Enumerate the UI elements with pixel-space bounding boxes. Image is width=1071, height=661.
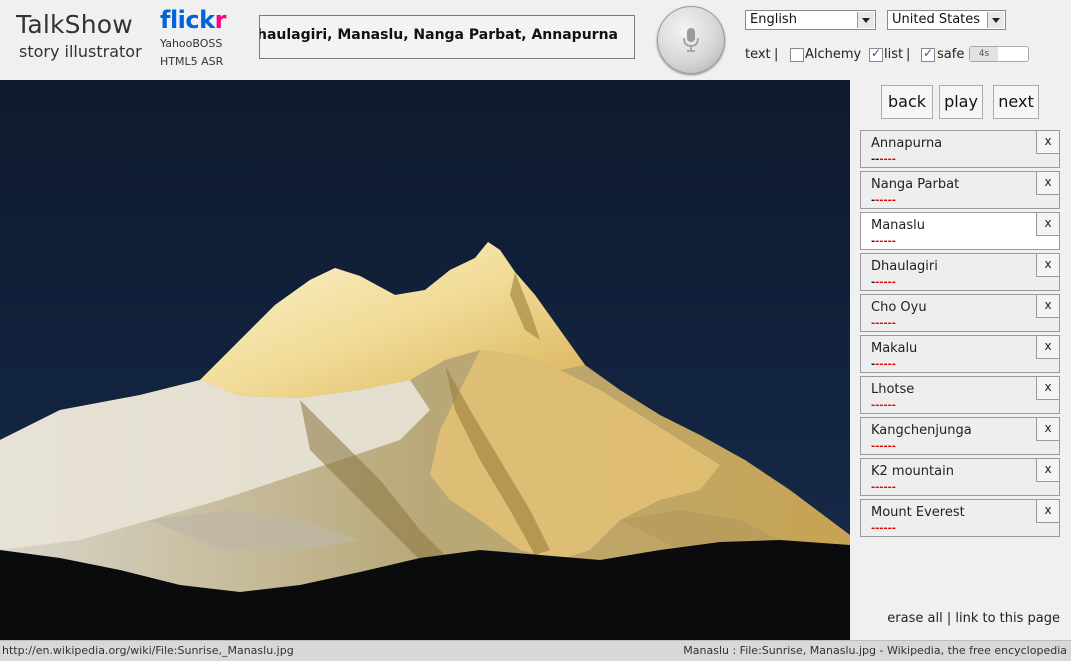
history-item-label: Cho Oyu bbox=[871, 300, 927, 315]
transcript-box[interactable]: Oyu, Dhaulagiri, Manaslu, Nanga Parbat, … bbox=[259, 15, 635, 59]
footer-links: erase all | link to this page bbox=[887, 611, 1060, 626]
remove-item-button[interactable]: x bbox=[1036, 295, 1059, 318]
remove-item-button[interactable]: x bbox=[1036, 377, 1059, 400]
speed-slider[interactable]: 4s bbox=[969, 46, 1029, 62]
provider-yahooboss: YahooBOSS bbox=[160, 37, 223, 50]
safe-label: safe bbox=[937, 47, 965, 62]
history-item-label: Nanga Parbat bbox=[871, 177, 960, 192]
remove-item-button[interactable]: x bbox=[1036, 131, 1059, 154]
microphone-icon bbox=[683, 28, 699, 52]
country-select-value: United States bbox=[892, 12, 981, 27]
history-item-rating: ------ bbox=[871, 318, 896, 329]
history-item-label: Kangchenjunga bbox=[871, 423, 972, 438]
rating-dash-red: ----- bbox=[875, 359, 896, 370]
history-item[interactable]: Kangchenjunga ------ x bbox=[860, 417, 1060, 455]
history-item-rating: ------ bbox=[871, 277, 896, 288]
text-option[interactable]: text bbox=[745, 47, 771, 62]
history-item-label: K2 mountain bbox=[871, 464, 954, 479]
history-item[interactable]: Annapurna ------ x bbox=[860, 130, 1060, 168]
history-item-rating: ------ bbox=[871, 359, 896, 370]
history-item[interactable]: Makalu ------ x bbox=[860, 335, 1060, 373]
erase-all-link[interactable]: erase all bbox=[887, 611, 942, 626]
history-item[interactable]: Cho Oyu ------ x bbox=[860, 294, 1060, 332]
history-item-rating: ------ bbox=[871, 400, 896, 411]
safe-checkbox[interactable] bbox=[921, 46, 935, 62]
rating-dash-red: ----- bbox=[875, 277, 896, 288]
history-item[interactable]: Nanga Parbat ------ x bbox=[860, 171, 1060, 209]
status-bar: http://en.wikipedia.org/wiki/File:Sunris… bbox=[0, 640, 1071, 661]
history-item-label: Dhaulagiri bbox=[871, 259, 938, 274]
history-item-rating: ------ bbox=[871, 482, 896, 493]
header: TalkShow story illustrator flickr YahooB… bbox=[0, 0, 1071, 80]
country-select[interactable]: United States bbox=[887, 10, 1006, 30]
remove-item-button[interactable]: x bbox=[1036, 459, 1059, 482]
remove-item-button[interactable]: x bbox=[1036, 336, 1059, 359]
app-subtitle: story illustrator bbox=[19, 42, 142, 61]
separator: | bbox=[774, 47, 779, 62]
history-item[interactable]: K2 mountain ------ x bbox=[860, 458, 1060, 496]
rating-dash-red: ------ bbox=[871, 523, 896, 534]
history-item-label: Makalu bbox=[871, 341, 918, 356]
remove-item-button[interactable]: x bbox=[1036, 172, 1059, 195]
list-label: list bbox=[884, 47, 904, 62]
rating-dash-red: ------ bbox=[871, 441, 896, 452]
rating-dash-red: ------ bbox=[871, 400, 896, 411]
language-select-value: English bbox=[750, 12, 797, 27]
alchemy-checkbox[interactable] bbox=[790, 48, 804, 62]
flickr-logo-part1: flick bbox=[160, 6, 215, 34]
flickr-logo-part2: r bbox=[214, 6, 227, 34]
photo-panel[interactable] bbox=[0, 80, 850, 640]
mountain-photo bbox=[0, 80, 850, 640]
language-select[interactable]: English bbox=[745, 10, 876, 30]
link-to-page-link[interactable]: link to this page bbox=[955, 611, 1060, 626]
back-button[interactable]: back bbox=[881, 85, 933, 119]
speed-value: 4s bbox=[970, 47, 998, 61]
remove-item-button[interactable]: x bbox=[1036, 418, 1059, 441]
rating-dash-red: ---- bbox=[879, 154, 896, 165]
rating-dash-red: ------ bbox=[871, 318, 896, 329]
play-button[interactable]: play bbox=[939, 85, 983, 119]
provider-html5-asr: HTML5 ASR bbox=[160, 55, 224, 68]
status-caption: Manaslu : File:Sunrise, Manaslu.jpg - Wi… bbox=[683, 644, 1067, 657]
history-item[interactable]: Dhaulagiri ------ x bbox=[860, 253, 1060, 291]
alchemy-label: Alchemy bbox=[805, 47, 862, 62]
transcript-text: Oyu, Dhaulagiri, Manaslu, Nanga Parbat, … bbox=[260, 27, 618, 43]
chevron-down-icon bbox=[987, 12, 1004, 28]
history-item-rating: ------ bbox=[871, 523, 896, 534]
history-item-label: Mount Everest bbox=[871, 505, 965, 520]
app-title: TalkShow bbox=[16, 10, 133, 39]
history-item-label: Manaslu bbox=[871, 218, 926, 233]
history-item[interactable]: Manaslu ------ x bbox=[860, 212, 1060, 250]
remove-item-button[interactable]: x bbox=[1036, 254, 1059, 277]
status-url[interactable]: http://en.wikipedia.org/wiki/File:Sunris… bbox=[2, 644, 294, 657]
microphone-button[interactable] bbox=[657, 6, 725, 74]
separator: | bbox=[906, 47, 911, 62]
separator: | bbox=[946, 611, 952, 626]
history-item-label: Annapurna bbox=[871, 136, 943, 151]
history-item[interactable]: Lhotse ------ x bbox=[860, 376, 1060, 414]
history-item-label: Lhotse bbox=[871, 382, 915, 397]
history-item[interactable]: Mount Everest ------ x bbox=[860, 499, 1060, 537]
history-item-rating: ------ bbox=[871, 236, 896, 247]
history-item-rating: ------ bbox=[871, 195, 896, 206]
rating-dash-red: ------ bbox=[871, 482, 896, 493]
history-item-rating: ------ bbox=[871, 441, 896, 452]
rating-dash-red: ----- bbox=[875, 195, 896, 206]
rating-dash-red: ----- bbox=[875, 236, 896, 247]
list-checkbox[interactable] bbox=[869, 46, 883, 62]
remove-item-button[interactable]: x bbox=[1036, 500, 1059, 523]
chevron-down-icon bbox=[857, 12, 874, 28]
remove-item-button[interactable]: x bbox=[1036, 213, 1059, 236]
next-button[interactable]: next bbox=[993, 85, 1039, 119]
flickr-logo: flickr bbox=[160, 6, 226, 34]
history-item-rating: ------ bbox=[871, 154, 896, 165]
history-sidebar: back play next Annapurna ------ x Nanga Par… bbox=[850, 80, 1071, 640]
